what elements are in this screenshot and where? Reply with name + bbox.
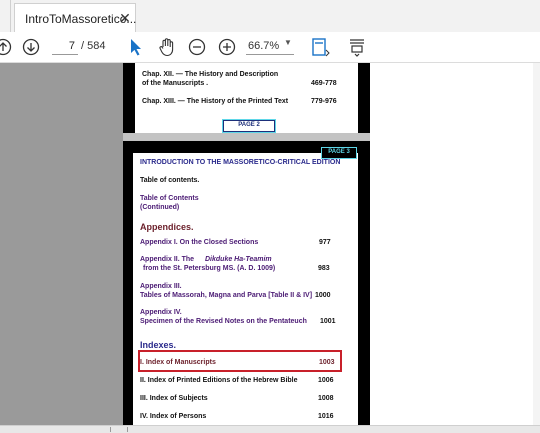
appendix-4-link[interactable]: Appendix IV. <box>140 309 182 316</box>
appendix-2-page: 983 <box>318 265 330 272</box>
pdf-page-2: Chap. XII. — The History and Description… <box>123 63 370 133</box>
toc-link[interactable]: Table of Contents <box>140 195 199 202</box>
index-4-page: 1016 <box>318 413 334 420</box>
toolbar: / 584 ▼ <box>0 32 540 63</box>
tab-strip-edge <box>0 0 11 32</box>
appendix-3-link[interactable]: Appendix III. <box>140 283 182 290</box>
vertical-scrollbar[interactable] <box>533 63 540 425</box>
scrollbar-thumb[interactable] <box>110 427 128 432</box>
scroll-mode-icon[interactable] <box>346 37 368 57</box>
viewer-background-right <box>370 63 540 425</box>
tab-bar: IntroToMassoretico... ✕ <box>0 0 540 33</box>
plus-circle-icon[interactable] <box>218 37 236 57</box>
index-4-link[interactable]: IV. Index of Persons <box>140 413 206 420</box>
page-total: / 584 <box>81 40 106 52</box>
index-2-page: 1006 <box>318 377 334 384</box>
toc-continued: (Continued) <box>140 204 180 211</box>
arrow-up-circle-icon[interactable] <box>0 37 12 57</box>
document-tab[interactable]: IntroToMassoretico... ✕ <box>14 3 136 33</box>
index-3-page: 1008 <box>318 395 334 402</box>
hand-tool-icon[interactable] <box>157 37 177 57</box>
viewer-background <box>0 63 123 425</box>
selection-highlight <box>138 350 342 372</box>
appendix-1-page: 977 <box>319 239 331 246</box>
page-badge: PAGE 2 <box>223 120 275 132</box>
pdf-page-3: PAGE 3 INTRODUCTION TO THE MASSORETICO-C… <box>123 141 370 425</box>
page-content: PAGE 3 INTRODUCTION TO THE MASSORETICO-C… <box>133 147 358 425</box>
document-viewer[interactable]: Chap. XII. — The History and Description… <box>0 63 540 425</box>
index-2-link[interactable]: II. Index of Printed Editions of the Heb… <box>140 377 298 384</box>
toc-page-chap12: 469-778 <box>311 80 337 87</box>
toc-row-chap12-cont: of the Manuscripts . <box>142 80 209 87</box>
toc-label: Table of contents. <box>140 177 200 184</box>
minus-circle-icon[interactable] <box>188 37 206 57</box>
toc-row-chap12: Chap. XII. — The History and Description <box>142 71 279 78</box>
appendices-heading: Appendices. <box>140 222 194 232</box>
arrow-down-circle-icon[interactable] <box>22 37 40 57</box>
section-heading: INTRODUCTION TO THE MASSORETICO-CRITICAL… <box>140 159 341 166</box>
page-number-input[interactable] <box>52 37 78 55</box>
cursor-arrow-icon[interactable] <box>128 37 144 57</box>
index-3-link[interactable]: III. Index of Subjects <box>140 395 208 402</box>
appendix-3-subtitle: Tables of Massorah, Magna and Parva [Tab… <box>140 292 313 299</box>
appendix-1-link[interactable]: Appendix I. On the Closed Sections <box>140 239 258 246</box>
toc-row-chap13: Chap. XIII. — The History of the Printed… <box>142 98 289 105</box>
appendix-4-subtitle: Specimen of the Revised Notes on the Pen… <box>140 318 307 325</box>
appendix-2-link[interactable]: Appendix II. The <box>140 256 194 263</box>
page-content: Chap. XII. — The History and Description… <box>135 63 358 133</box>
close-icon[interactable]: ✕ <box>118 9 132 27</box>
appendix-2-title[interactable]: Dikduke Ha-Teamim <box>205 256 272 263</box>
appendix-3-page: 1000 <box>315 292 331 299</box>
fit-page-icon[interactable] <box>310 37 332 57</box>
page-badge: PAGE 3 <box>321 147 357 159</box>
indexes-heading: Indexes. <box>140 340 177 350</box>
appendix-2-subtitle: from the St. Petersburg MS. (A. D. 1009) <box>143 265 276 272</box>
chevron-down-icon[interactable]: ▼ <box>284 38 292 47</box>
appendix-4-page: 1001 <box>320 318 336 325</box>
toc-page-chap13: 779-976 <box>311 98 337 105</box>
